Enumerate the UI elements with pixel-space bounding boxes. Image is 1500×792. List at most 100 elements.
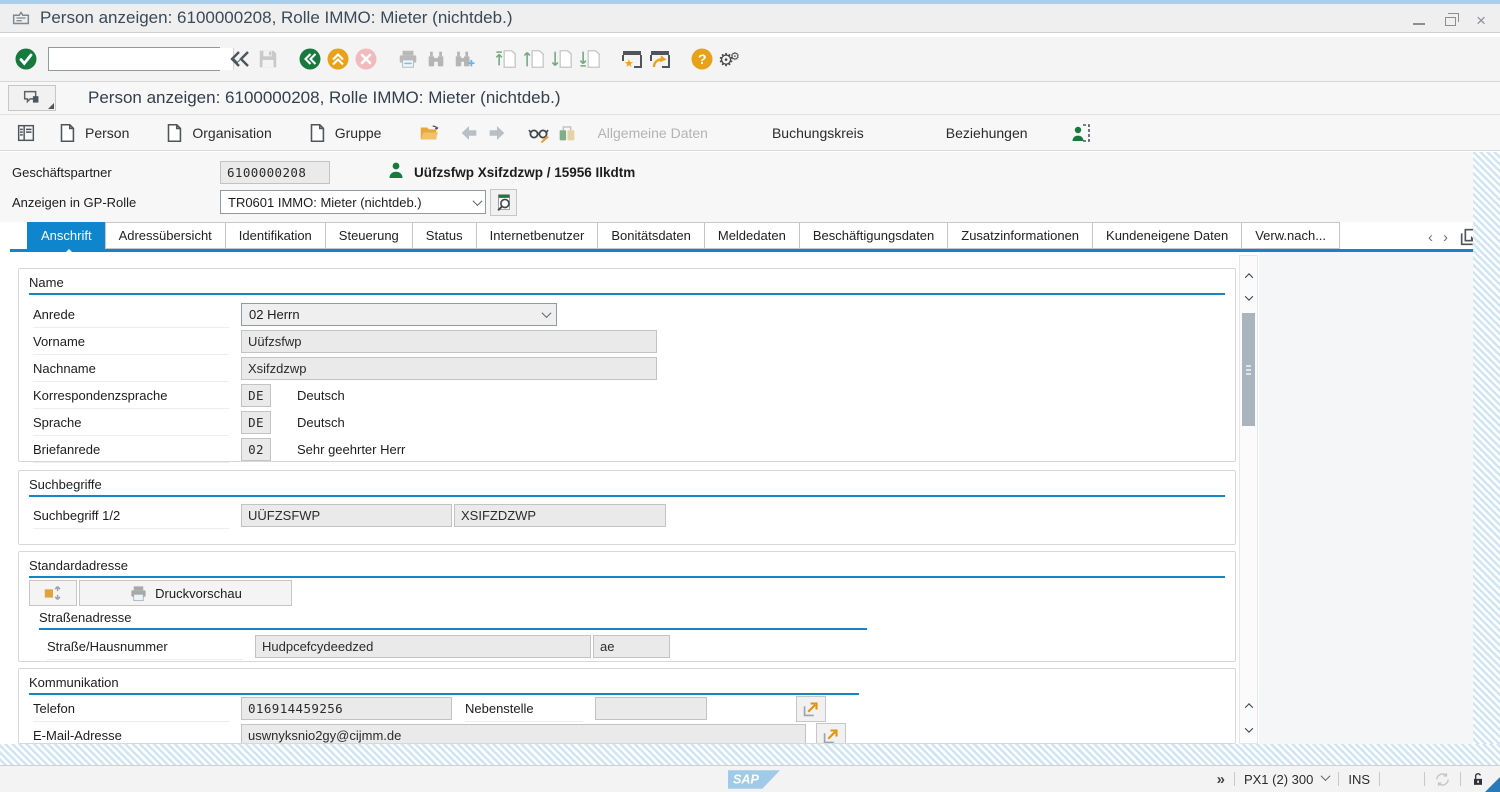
general-data-button[interactable] — [553, 119, 581, 147]
partner-number-field[interactable]: 6100000208 — [220, 161, 330, 184]
launch-icon — [800, 698, 822, 720]
find-button[interactable] — [422, 45, 450, 73]
resize-corner[interactable] — [1485, 777, 1500, 792]
tab-verwnach[interactable]: Verw.nach... — [1241, 222, 1340, 249]
binoculars-plus-icon — [453, 48, 475, 70]
first-page-button[interactable] — [492, 45, 520, 73]
email-field[interactable]: uswnyksnio2gy@cijmm.de — [241, 724, 806, 744]
tab-steuerung[interactable]: Steuerung — [325, 222, 413, 249]
kommunikation-group: Kommunikation Telefon 016914459256 Neben… — [18, 668, 1236, 744]
locator-button[interactable] — [12, 119, 40, 147]
nachname-label: Nachname — [33, 355, 229, 382]
next-partner-button[interactable] — [483, 119, 511, 147]
buchungskreis-button[interactable]: Buchungskreis — [766, 118, 870, 148]
tab-status[interactable]: Status — [412, 222, 477, 249]
partner-relationship-icon — [1070, 121, 1094, 145]
binoculars-icon — [425, 48, 447, 70]
page-up-button[interactable] — [520, 45, 548, 73]
vorname-label: Vorname — [33, 328, 229, 355]
tab-beschaeftigungsdaten[interactable]: Beschäftigungsdaten — [799, 222, 948, 249]
previous-partner-button[interactable] — [455, 119, 483, 147]
tab-identifikation[interactable]: Identifikation — [225, 222, 326, 249]
close-button[interactable]: × — [1476, 12, 1486, 29]
exit-button[interactable] — [324, 45, 352, 73]
nebenstelle-field[interactable] — [595, 697, 707, 720]
chevron-down-icon — [1244, 292, 1252, 300]
scroll-down-button[interactable] — [1240, 290, 1257, 306]
suchbegriffe-section-header: Suchbegriffe — [29, 477, 1225, 497]
context-menu-button[interactable] — [8, 85, 56, 111]
vorname-field[interactable]: Uüfzsfwp — [241, 330, 657, 353]
hausnummer-field[interactable]: ae — [593, 635, 670, 658]
lock-open-icon[interactable] — [1470, 771, 1486, 788]
svg-text:★: ★ — [624, 58, 634, 70]
nachname-field[interactable]: Xsifzdzwp — [241, 357, 657, 380]
chevron-down-icon — [542, 308, 552, 318]
save-button[interactable] — [254, 45, 282, 73]
last-page-button[interactable] — [576, 45, 604, 73]
exit-icon — [326, 47, 350, 71]
command-field[interactable] — [48, 47, 220, 71]
print-button[interactable] — [394, 45, 422, 73]
minimize-button[interactable] — [1413, 23, 1425, 25]
address-versions-button[interactable] — [29, 580, 77, 606]
tab-kundeneigene-daten[interactable]: Kundeneigene Daten — [1092, 222, 1242, 249]
help-button[interactable]: ? — [688, 45, 716, 73]
role-select[interactable]: TR0601 IMMO: Mieter (nichtdeb.) — [220, 190, 486, 214]
vertical-scrollbar[interactable] — [1239, 255, 1258, 744]
enter-button[interactable] — [12, 45, 40, 73]
command-input[interactable] — [49, 48, 233, 70]
back-button[interactable] — [296, 45, 324, 73]
window-menu-icon[interactable] — [10, 7, 32, 29]
system-dropdown-icon[interactable] — [1321, 771, 1331, 781]
cancel-button[interactable] — [352, 45, 380, 73]
refresh-icon — [1434, 771, 1451, 788]
anrede-select[interactable]: 02 Herrn — [241, 303, 557, 326]
new-session-button[interactable]: ★ — [618, 45, 646, 73]
sprache-field[interactable]: DE — [241, 411, 271, 434]
telefon-launch-button[interactable] — [796, 696, 826, 722]
tab-zusatzinformationen[interactable]: Zusatzinformationen — [947, 222, 1093, 249]
strasse-field[interactable]: Hudpcefcydeedzed — [255, 635, 591, 658]
person-icon — [386, 160, 406, 180]
korrespondenzsprache-label: Korrespondenzsprache — [33, 382, 229, 409]
suchbegriff2-field[interactable]: XSIFZDZWP — [454, 504, 666, 527]
open-button[interactable] — [415, 119, 443, 147]
sprache-text: Deutsch — [297, 415, 345, 430]
korrespondenzsprache-field[interactable]: DE — [241, 384, 271, 407]
role-detail-button[interactable] — [490, 189, 517, 216]
email-launch-button[interactable] — [816, 723, 846, 745]
create-shortcut-button[interactable] — [646, 45, 674, 73]
tab-bonitaetsdaten[interactable]: Bonitätsdaten — [597, 222, 705, 249]
scroll-down-button-bottom[interactable] — [1240, 722, 1257, 738]
scroll-up-button[interactable] — [1240, 268, 1257, 284]
tab-adressuebersicht[interactable]: Adressübersicht — [105, 222, 226, 249]
allgemeine-daten-button[interactable]: Allgemeine Daten — [591, 118, 714, 148]
status-expand-icon[interactable]: » — [1217, 771, 1225, 788]
layout-settings-button[interactable]: ⚙ ⚙ — [716, 45, 744, 73]
suchbegriff1-field[interactable]: UÜFZSFWP — [241, 504, 452, 527]
tab-meldedaten[interactable]: Meldedaten — [704, 222, 800, 249]
person-button[interactable]: Person — [50, 118, 135, 148]
scrollbar-thumb[interactable] — [1242, 313, 1255, 426]
tab-scroll-right-icon[interactable]: › — [1443, 229, 1448, 246]
relationships-button[interactable] — [1068, 119, 1096, 147]
restore-button[interactable] — [1445, 17, 1456, 26]
organisation-button[interactable]: Organisation — [157, 118, 277, 148]
arrow-left-icon — [458, 122, 480, 144]
tab-scroll-left-icon[interactable]: ‹ — [1428, 229, 1433, 246]
druckvorschau-button[interactable]: Druckvorschau — [79, 580, 292, 606]
scroll-up-button-bottom[interactable] — [1240, 698, 1257, 714]
printer-icon — [129, 584, 148, 603]
last-page-icon — [579, 48, 601, 70]
system-info-text: PX1 (2) 300 — [1244, 772, 1313, 787]
display-change-button[interactable] — [525, 119, 553, 147]
find-next-button[interactable] — [450, 45, 478, 73]
gruppe-button[interactable]: Gruppe — [300, 118, 388, 148]
telefon-label: Telefon — [33, 695, 229, 722]
tab-internetbenutzer[interactable]: Internetbenutzer — [476, 222, 599, 249]
briefanrede-field[interactable]: 02 — [241, 438, 271, 461]
beziehungen-button[interactable]: Beziehungen — [940, 118, 1034, 148]
page-down-button[interactable] — [548, 45, 576, 73]
telefon-field[interactable]: 016914459256 — [241, 697, 452, 720]
